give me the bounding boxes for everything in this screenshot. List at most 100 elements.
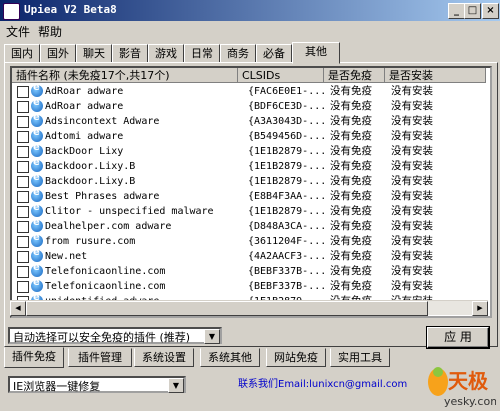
plugin-clsid: {1E1B2879-... bbox=[248, 206, 324, 217]
scroll-left-icon[interactable]: ◀ bbox=[10, 301, 26, 316]
window-title: Upiea V2 Beta8 bbox=[24, 3, 117, 16]
plugin-name: AdRoar adware bbox=[45, 86, 124, 97]
ie-icon bbox=[31, 202, 43, 217]
chevron-down-icon[interactable]: ▼ bbox=[204, 329, 220, 344]
table-row[interactable]: Clitor - unspecified malware {1E1B2879-..… bbox=[12, 202, 486, 219]
tab-chat[interactable]: 聊天 bbox=[76, 44, 112, 63]
ie-icon bbox=[31, 157, 43, 172]
app-icon bbox=[3, 3, 20, 20]
table-row[interactable]: BackDoor Lixy {1E1B2879-... 没有免疫 没有安装 bbox=[12, 142, 486, 159]
plugin-name: New.net bbox=[45, 251, 88, 262]
repair-dropdown[interactable]: IE浏览器一键修复 ▼ bbox=[8, 376, 186, 393]
maximize-button[interactable]: □ bbox=[464, 3, 481, 19]
immune-status: 没有免疫 bbox=[330, 190, 372, 202]
apply-button[interactable]: 应 用 bbox=[426, 326, 490, 349]
tab-foreign[interactable]: 国外 bbox=[40, 44, 76, 63]
ie-icon bbox=[31, 82, 43, 97]
tab-utilities[interactable]: 实用工具 bbox=[330, 348, 390, 367]
row-checkbox[interactable] bbox=[17, 101, 29, 113]
tab-system-settings[interactable]: 系统设置 bbox=[134, 348, 194, 367]
menu-file[interactable]: 文件 bbox=[6, 23, 30, 40]
contact-link[interactable]: 联系我们Email:lunixcn@gmail.com bbox=[238, 375, 407, 390]
tab-games[interactable]: 游戏 bbox=[148, 44, 184, 63]
table-row[interactable]: AdRoar adware {BDF6CE3D-... 没有免疫 没有安装 bbox=[12, 97, 486, 114]
menu-help[interactable]: 帮助 bbox=[38, 23, 62, 40]
row-checkbox[interactable] bbox=[17, 266, 29, 278]
close-button[interactable]: × bbox=[482, 3, 499, 19]
ie-icon bbox=[31, 97, 43, 112]
scroll-thumb[interactable] bbox=[26, 301, 428, 316]
tab-site-immunity[interactable]: 网站免疫 bbox=[266, 348, 326, 367]
row-checkbox[interactable] bbox=[17, 176, 29, 188]
table-row[interactable]: Telefonicaonline.com {BEBF337B-... 没有免疫 没有安… bbox=[12, 277, 486, 294]
immune-status: 没有免疫 bbox=[330, 100, 372, 112]
row-checkbox[interactable] bbox=[17, 206, 29, 218]
table-row[interactable]: Telefonicaonline.com {BEBF337B-... 没有免疫 没有安… bbox=[12, 262, 486, 279]
tab-plugin-manage[interactable]: 插件管理 bbox=[68, 348, 132, 367]
table-row[interactable]: Backdoor.Lixy.B {1E1B2879-... 没有免疫 没有安装 bbox=[12, 157, 486, 174]
row-checkbox[interactable] bbox=[17, 161, 29, 173]
install-status: 没有安装 bbox=[391, 190, 433, 202]
auto-select-dropdown[interactable]: 自动选择可以安全免疫的插件 (推荐) ▼ bbox=[8, 327, 222, 344]
chevron-down-icon[interactable]: ▼ bbox=[168, 378, 184, 393]
plugin-name: from rusure.com bbox=[45, 236, 136, 247]
plugin-clsid: {B549456D-... bbox=[248, 131, 324, 142]
row-checkbox[interactable] bbox=[17, 191, 29, 203]
minimize-button[interactable]: _ bbox=[448, 3, 465, 19]
immune-status: 没有免疫 bbox=[330, 160, 372, 172]
tab-plugin-immunity[interactable]: 插件免疫 bbox=[4, 347, 64, 368]
row-checkbox[interactable] bbox=[17, 251, 29, 263]
plugin-clsid: {A3A3043D-... bbox=[248, 116, 324, 127]
immune-status: 没有免疫 bbox=[330, 280, 372, 292]
plugin-clsid: {BEBF337B-... bbox=[248, 266, 324, 277]
horizontal-scrollbar[interactable]: ◀ ▶ bbox=[10, 300, 488, 316]
immune-status: 没有免疫 bbox=[330, 85, 372, 97]
header-clsids[interactable]: CLSIDs bbox=[238, 68, 324, 83]
row-checkbox[interactable] bbox=[17, 281, 29, 293]
header-installed[interactable]: 是否安装 bbox=[385, 68, 486, 83]
repair-value: IE浏览器一键修复 bbox=[13, 380, 101, 393]
row-checkbox[interactable] bbox=[17, 86, 29, 98]
plugin-clsid: {1E1B2879-... bbox=[248, 161, 324, 172]
plugin-clsid: {E8B4F3AA-... bbox=[248, 191, 324, 202]
plugin-name: Adsincontext Adware bbox=[45, 116, 160, 127]
immune-status: 没有免疫 bbox=[330, 220, 372, 232]
row-checkbox[interactable] bbox=[17, 146, 29, 158]
plugin-name: Clitor - unspecified malware bbox=[45, 206, 214, 217]
table-row[interactable]: Best Phrases adware {E8B4F3AA-... 没有免疫 没有安装 bbox=[12, 187, 486, 204]
tab-media[interactable]: 影音 bbox=[112, 44, 148, 63]
ie-icon bbox=[31, 112, 43, 127]
ie-icon bbox=[31, 232, 43, 247]
tab-domestic[interactable]: 国内 bbox=[4, 44, 40, 63]
row-checkbox[interactable] bbox=[17, 131, 29, 143]
immune-status: 没有免疫 bbox=[330, 145, 372, 157]
header-plugin-name[interactable]: 插件名称 (未免疫17个,共17个) bbox=[12, 68, 238, 83]
scroll-right-icon[interactable]: ▶ bbox=[472, 301, 488, 316]
install-status: 没有安装 bbox=[391, 265, 433, 277]
ie-icon bbox=[31, 277, 43, 292]
ie-icon bbox=[31, 127, 43, 142]
immune-status: 没有免疫 bbox=[330, 175, 372, 187]
tab-daily[interactable]: 日常 bbox=[184, 44, 220, 63]
ie-icon bbox=[31, 187, 43, 202]
table-row[interactable]: AdRoar adware {FAC6E0E1-... 没有免疫 没有安装 bbox=[12, 82, 486, 99]
row-checkbox[interactable] bbox=[17, 221, 29, 233]
title-bar: Upiea V2 Beta8 _ □ × bbox=[0, 0, 500, 21]
table-row[interactable]: Adsincontext Adware {A3A3043D-... 没有免疫 没有安装 bbox=[12, 112, 486, 129]
tab-essential[interactable]: 必备 bbox=[256, 44, 292, 63]
tab-other[interactable]: 其他 bbox=[292, 42, 340, 64]
plugin-list: 插件名称 (未免疫17个,共17个) CLSIDs 是否免疫 是否安装 AdRo… bbox=[10, 66, 492, 318]
header-immune[interactable]: 是否免疫 bbox=[324, 68, 385, 83]
table-row[interactable]: Backdoor.Lixy.B {1E1B2879-... 没有免疫 没有安装 bbox=[12, 172, 486, 189]
tab-business[interactable]: 商务 bbox=[220, 44, 256, 63]
tab-system-other[interactable]: 系统其他 bbox=[200, 348, 260, 367]
table-row[interactable]: Dealhelper.com adware {D848A3CA-... 没有免疫 没有… bbox=[12, 217, 486, 234]
table-row[interactable]: from rusure.com {3611204F-... 没有免疫 没有安装 bbox=[12, 232, 486, 249]
plugin-name: Telefonicaonline.com bbox=[45, 281, 166, 292]
row-checkbox[interactable] bbox=[17, 236, 29, 248]
install-status: 没有安装 bbox=[391, 280, 433, 292]
row-checkbox[interactable] bbox=[17, 116, 29, 128]
table-row[interactable]: New.net {4A2AACF3-... 没有免疫 没有安装 bbox=[12, 247, 486, 264]
menu-bar: 文件 帮助 bbox=[0, 21, 500, 39]
table-row[interactable]: Adtomi adware {B549456D-... 没有免疫 没有安装 bbox=[12, 127, 486, 144]
